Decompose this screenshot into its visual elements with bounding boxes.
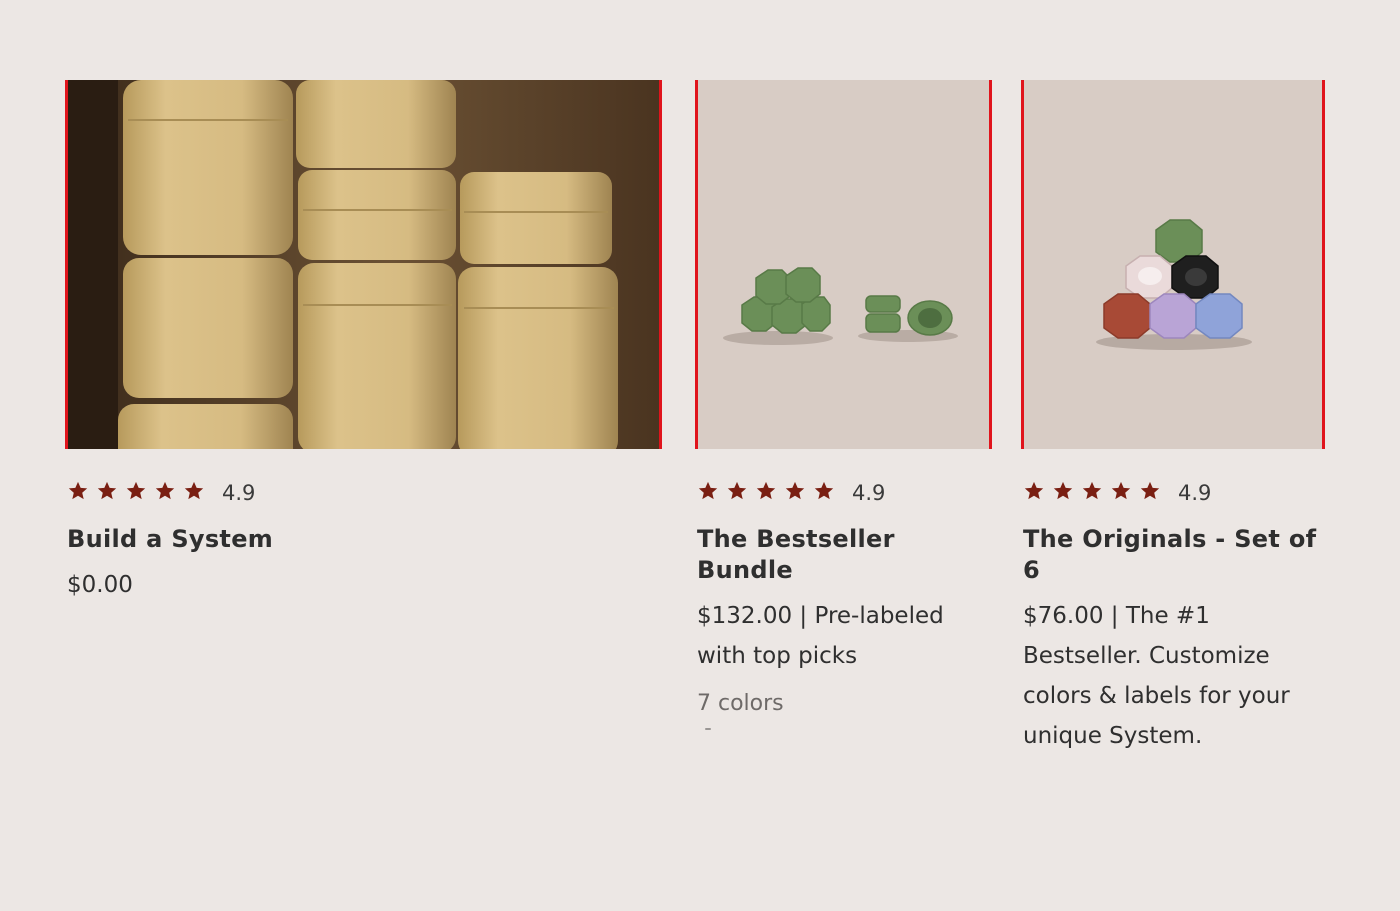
product-card-build-a-system[interactable]: 4.9 Build a System $0.00 xyxy=(65,80,662,605)
rating: 4.9 xyxy=(1023,478,1325,505)
star-icon xyxy=(126,481,146,500)
star-icon xyxy=(1053,481,1073,500)
product-price: $132.00 | Pre-labeled with top picks xyxy=(697,603,944,669)
star-icon xyxy=(68,481,88,500)
star-icon xyxy=(97,481,117,500)
product-price: $0.00 xyxy=(67,572,133,598)
product-grid: 4.9 Build a System $0.00 4.9 The Bestsel… xyxy=(65,80,1326,780)
star-icon xyxy=(155,481,175,500)
product-price: $76.00 | The #1 Bestseller. Customize co… xyxy=(1023,603,1290,749)
rating-stars xyxy=(1023,480,1161,502)
product-image[interactable] xyxy=(695,80,992,449)
product-card-bestseller-bundle[interactable]: 4.9 The Bestseller Bundle $132.00 | Pre-… xyxy=(695,80,992,730)
star-icon xyxy=(1140,481,1160,500)
color-count[interactable]: 7 colors xyxy=(697,690,992,718)
rating-stars xyxy=(697,480,835,502)
star-icon xyxy=(785,481,805,500)
product-image[interactable] xyxy=(1021,80,1325,449)
star-icon xyxy=(1111,481,1131,500)
product-card-originals-set-of-6[interactable]: 4.9 The Originals - Set of 6 $76.00 | Th… xyxy=(1021,80,1325,756)
star-icon xyxy=(698,481,718,500)
rating-value: 4.9 xyxy=(222,481,256,505)
rating-stars xyxy=(67,480,205,502)
star-icon xyxy=(814,481,834,500)
star-icon xyxy=(756,481,776,500)
rating-value: 4.9 xyxy=(852,481,886,505)
star-icon xyxy=(1024,481,1044,500)
rating-value: 4.9 xyxy=(1178,481,1212,505)
product-title[interactable]: The Originals - Set of 6 xyxy=(1023,524,1325,586)
product-image[interactable] xyxy=(65,80,662,449)
product-photo-green-hexagons xyxy=(698,80,989,449)
star-icon xyxy=(727,481,747,500)
product-title[interactable]: Build a System xyxy=(67,524,662,555)
rating: 4.9 xyxy=(697,478,992,505)
color-swatch-indicator xyxy=(705,728,711,730)
star-icon xyxy=(184,481,204,500)
product-photo-containers xyxy=(68,80,659,449)
product-photo-multicolor-hexagons xyxy=(1024,80,1322,449)
star-icon xyxy=(1082,481,1102,500)
rating: 4.9 xyxy=(67,478,662,505)
product-title[interactable]: The Bestseller Bundle xyxy=(697,524,992,586)
